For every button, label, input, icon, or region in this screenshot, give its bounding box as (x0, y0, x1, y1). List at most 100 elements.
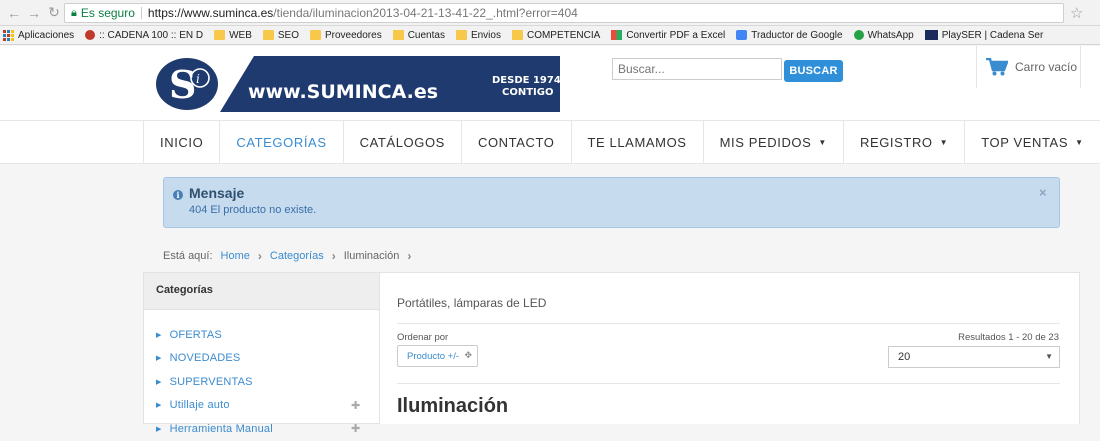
bookmark-playser[interactable]: PlaySER | Cadena Ser (924, 29, 1044, 41)
nav-label: CONTACTO (477, 135, 555, 150)
bookmark-pdf-excel[interactable]: Convertir PDF a Excel (611, 30, 725, 41)
bookmark-envios[interactable]: Envios (455, 30, 501, 41)
nav-label: CATEGORÍAS (236, 135, 327, 150)
category-label: Herramienta Manual (169, 422, 273, 435)
category-item-herramienta-manual[interactable]: ▶ Herramienta Manual ✚ (144, 417, 379, 441)
nav-catalogos[interactable]: CATÁLOGOS (344, 121, 462, 164)
bookmark-cadena100[interactable]: :: CADENA 100 :: EN D (85, 30, 203, 41)
triangle-right-icon: ▶ (156, 402, 162, 410)
sort-button[interactable]: Producto +/- ✥ (397, 345, 478, 367)
main-navigation: INICIO CATEGORÍAS CATÁLOGOS CONTACTO TE … (0, 120, 1100, 164)
nav-label: MIS PEDIDOS (719, 135, 812, 150)
category-item-ofertas[interactable]: ▶ OFERTAS (144, 323, 379, 347)
cart-link[interactable]: Carro vacío (976, 46, 1081, 88)
breadcrumb-prefix: Está aquí: (163, 250, 213, 262)
message-alert: i Mensaje 404 El producto no existe. × (163, 177, 1060, 228)
nav-registro[interactable]: REGISTRO ▼ (844, 121, 966, 164)
bookmark-label: WhatsApp (867, 29, 914, 41)
info-icon: i (173, 190, 183, 200)
breadcrumb-categorias[interactable]: Categorías (270, 250, 324, 262)
nav-inicio[interactable]: INICIO (144, 121, 221, 164)
caret-down-icon: ▼ (939, 138, 949, 147)
folder-icon (310, 30, 321, 40)
address-bar[interactable]: 🔒︎ Es seguro https://www.suminca.es /tie… (64, 3, 1064, 23)
apps-icon (3, 29, 14, 41)
reload-icon[interactable]: ↻ (44, 3, 64, 23)
sort-button-label: Producto +/- (407, 350, 460, 362)
breadcrumb-home[interactable]: Home (221, 250, 250, 262)
cart-label: Carro vacío (1015, 60, 1078, 74)
bookmark-translate[interactable]: Traductor de Google (736, 29, 843, 41)
cadena100-icon (85, 30, 96, 40)
nav-label: INICIO (160, 135, 204, 150)
main-content: Portátiles, lámparas de LED Ordenar por … (380, 272, 1080, 424)
nav-top-ventas[interactable]: TOP VENTAS ▼ (965, 121, 1100, 164)
triangle-right-icon: ▶ (156, 355, 162, 363)
triangle-right-icon: ▶ (156, 425, 162, 433)
bookmark-label: Convertir PDF a Excel (626, 29, 726, 41)
bookmark-apps[interactable]: Aplicaciones (3, 29, 74, 41)
per-page-value: 20 (898, 351, 911, 363)
nav-mis-pedidos[interactable]: MIS PEDIDOS ▼ (704, 121, 844, 164)
chevron-right-icon: › (331, 249, 336, 263)
logo-tagline-2: CONTIGO (502, 87, 553, 98)
secure-label: Es seguro (80, 6, 135, 20)
bookmark-label: Proveedores (325, 29, 382, 41)
pdf-icon (611, 30, 623, 40)
lock-icon: 🔒︎ (71, 6, 77, 19)
browser-toolbar: ← → ↻ 🔒︎ Es seguro https://www.suminca.e… (0, 0, 1100, 26)
nav-contacto[interactable]: CONTACTO (462, 121, 572, 164)
search-button[interactable]: BUSCAR (784, 60, 843, 82)
bookmark-web[interactable]: WEB (214, 30, 252, 41)
search-input[interactable] (612, 58, 782, 80)
shopping-cart-icon (986, 58, 1008, 76)
folder-icon (455, 30, 467, 40)
bookmark-label: PlaySER | Cadena Ser (941, 29, 1044, 41)
expand-plus-icon[interactable]: ✚ (351, 399, 360, 412)
category-label: SUPERVENTAS (169, 375, 253, 388)
bookmark-label: :: CADENA 100 :: EN D (99, 29, 204, 41)
chevron-right-icon: › (257, 249, 262, 263)
bookmark-seo[interactable]: SEO (262, 30, 299, 41)
per-page-select[interactable]: 20 ▼ (888, 346, 1060, 368)
bookmark-proveedores[interactable]: Proveedores (310, 30, 382, 41)
back-arrow-icon[interactable]: ← (4, 3, 24, 23)
bookmark-competencia[interactable]: COMPETENCIA (511, 29, 601, 41)
category-subtitle: Portátiles, lámparas de LED (397, 296, 547, 310)
caret-down-icon: ▼ (1075, 138, 1084, 147)
bookmark-label: Traductor de Google (751, 29, 843, 41)
svg-text:i: i (196, 72, 200, 86)
svg-text:S: S (169, 62, 196, 107)
category-label: NOVEDADES (169, 352, 241, 365)
divider (397, 323, 1060, 324)
forward-arrow-icon[interactable]: → (24, 3, 44, 23)
alert-title: Mensaje (189, 185, 245, 201)
suminca-logo[interactable]: S i www.SUMINCA.es DESDE 1974 CONTIGO (156, 56, 560, 112)
folder-icon (511, 30, 523, 40)
category-item-superventas[interactable]: ▶ SUPERVENTAS (144, 370, 379, 394)
chevron-right-icon: › (407, 249, 412, 263)
nav-label: REGISTRO (859, 135, 933, 150)
category-item-novedades[interactable]: ▶ NOVEDADES (144, 347, 379, 371)
translate-icon (736, 30, 748, 40)
nav-label: TOP VENTAS (981, 135, 1069, 150)
caret-down-icon: ▼ (818, 138, 827, 147)
folder-icon (262, 30, 274, 40)
category-label: Utillaje auto (169, 399, 230, 412)
close-icon[interactable]: × (1039, 185, 1047, 200)
address-separator (140, 7, 142, 19)
nav-label: TE LLAMAMOS (587, 135, 687, 150)
nav-categorias[interactable]: CATEGORÍAS (220, 121, 344, 164)
nav-te-llamamos[interactable]: TE LLAMAMOS (572, 121, 704, 164)
page-title: Iluminación (397, 395, 509, 417)
category-list: ▶ OFERTAS ▶ NOVEDADES ▶ SUPERVENTAS ▶ Utilla… (144, 310, 379, 441)
bookmark-whatsapp[interactable]: WhatsApp (853, 29, 914, 41)
sort-arrows-icon: ✥ (464, 350, 472, 360)
bookmark-star-icon[interactable]: ☆ (1070, 4, 1083, 22)
categories-sidebar: Categorías ▶ OFERTAS ▶ NOVEDADES ▶ SUPERVEN… (143, 272, 380, 435)
bookmark-cuentas[interactable]: Cuentas (392, 30, 445, 41)
bookmark-label: COMPETENCIA (526, 29, 601, 41)
breadcrumb: Está aquí: Home › Categorías › Iluminaci… (163, 248, 419, 264)
folder-icon (392, 30, 404, 40)
category-item-utillaje-auto[interactable]: ▶ Utillaje auto ✚ (144, 394, 379, 418)
